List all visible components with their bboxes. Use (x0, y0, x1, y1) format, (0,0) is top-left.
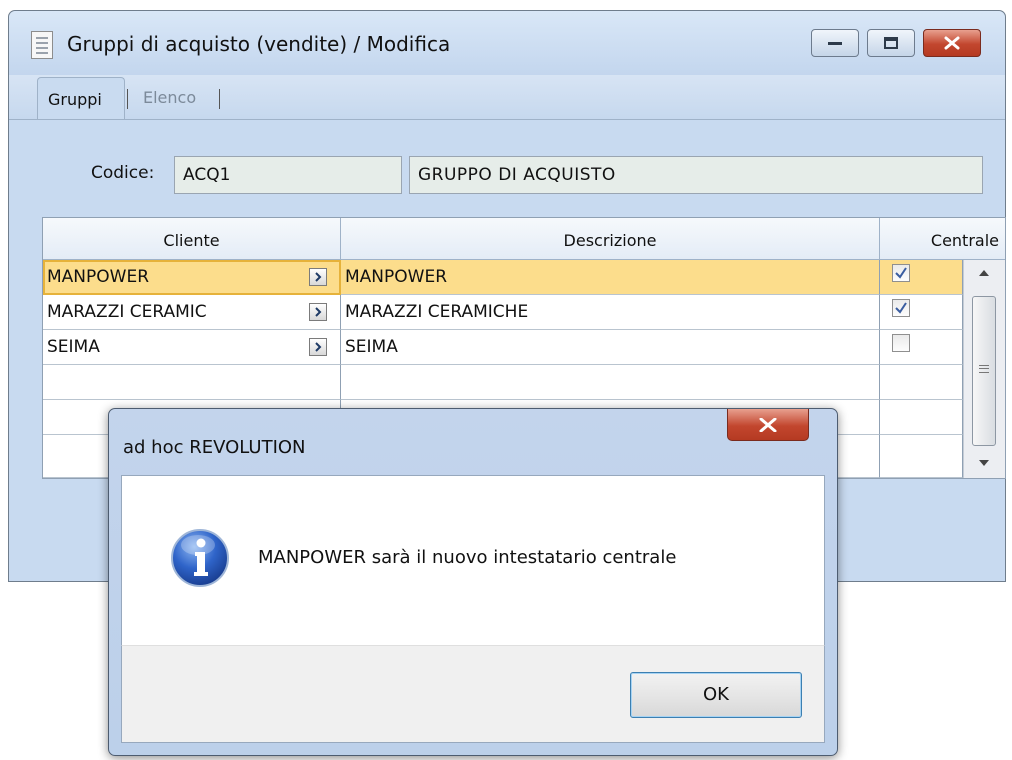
ok-button[interactable]: OK (630, 672, 802, 718)
chevron-right-icon (315, 307, 322, 317)
dialog-body: MANPOWER sarà il nuovo intestatario cent… (121, 475, 825, 645)
chevron-right-icon (315, 342, 322, 352)
scroll-thumb[interactable] (972, 296, 996, 446)
tab-strip: Gruppi Elenco (9, 75, 1005, 120)
tab-separator (127, 89, 128, 109)
table-row[interactable]: MARAZZI CERAMIC MARAZZI CERAMICHE (43, 295, 963, 330)
header-centrale[interactable]: Centrale (880, 218, 1005, 260)
table-row[interactable]: MANPOWER MANPOWER (43, 260, 963, 295)
cell-cliente[interactable]: MANPOWER (43, 260, 341, 295)
cell-descrizione[interactable]: SEIMA (341, 330, 880, 365)
close-icon (759, 418, 777, 432)
cell-centrale[interactable] (880, 295, 963, 330)
vertical-scrollbar[interactable] (963, 260, 1005, 478)
header-descrizione[interactable]: Descrizione (341, 218, 880, 260)
close-button[interactable] (923, 29, 981, 57)
title-bar: Gruppi di acquisto (vendite) / Modifica (9, 11, 1005, 75)
codice-field[interactable]: ACQ1 (174, 156, 402, 194)
message-dialog: ad hoc REVOLUTION MANPOWER sarà il nuovo… (108, 408, 838, 756)
minimize-button[interactable] (811, 29, 859, 57)
cell-centrale[interactable] (880, 260, 963, 295)
descrizione-field[interactable]: GRUPPO DI ACQUISTO (409, 156, 983, 194)
tab-elenco[interactable]: Elenco (143, 88, 196, 107)
scroll-down-button[interactable] (964, 450, 1005, 478)
chevron-right-icon (315, 272, 322, 282)
codice-value: ACQ1 (183, 165, 231, 185)
close-icon (944, 36, 960, 50)
cell-descrizione[interactable]: MANPOWER (341, 260, 880, 295)
dialog-close-button[interactable] (727, 409, 809, 441)
centrale-checkbox[interactable] (892, 334, 910, 352)
cell-centrale[interactable] (880, 330, 963, 365)
centrale-checkbox[interactable] (892, 299, 910, 317)
tab-gruppi-label: Gruppi (48, 90, 102, 109)
tab-separator (219, 89, 220, 109)
dialog-footer: OK (121, 645, 825, 743)
cell-descrizione[interactable]: MARAZZI CERAMICHE (341, 295, 880, 330)
scroll-up-button[interactable] (964, 260, 1005, 288)
maximize-icon (884, 37, 898, 49)
minimize-icon (828, 42, 842, 45)
arrow-down-icon (979, 460, 989, 466)
check-icon (895, 267, 907, 279)
dialog-title: ad hoc REVOLUTION (123, 437, 306, 458)
window-title: Gruppi di acquisto (vendite) / Modifica (67, 32, 451, 56)
descrizione-value: GRUPPO DI ACQUISTO (418, 165, 616, 185)
arrow-up-icon (979, 270, 989, 276)
check-icon (895, 302, 907, 314)
codice-label: Codice: (91, 163, 155, 183)
grip-icon (979, 365, 989, 373)
dialog-message: MANPOWER sarà il nuovo intestatario cent… (258, 547, 677, 568)
maximize-button[interactable] (867, 29, 915, 57)
cell-cliente[interactable]: SEIMA (43, 330, 341, 365)
document-icon (31, 31, 53, 59)
cell-cliente[interactable]: MARAZZI CERAMIC (43, 295, 341, 330)
table-row-empty[interactable] (43, 365, 963, 400)
centrale-checkbox[interactable] (892, 264, 910, 282)
zoom-button[interactable] (309, 338, 327, 356)
table-row[interactable]: SEIMA SEIMA (43, 330, 963, 365)
tab-gruppi[interactable]: Gruppi (37, 77, 125, 119)
header-cliente[interactable]: Cliente (43, 218, 341, 260)
zoom-button[interactable] (309, 268, 327, 286)
info-icon (171, 529, 229, 587)
zoom-button[interactable] (309, 303, 327, 321)
